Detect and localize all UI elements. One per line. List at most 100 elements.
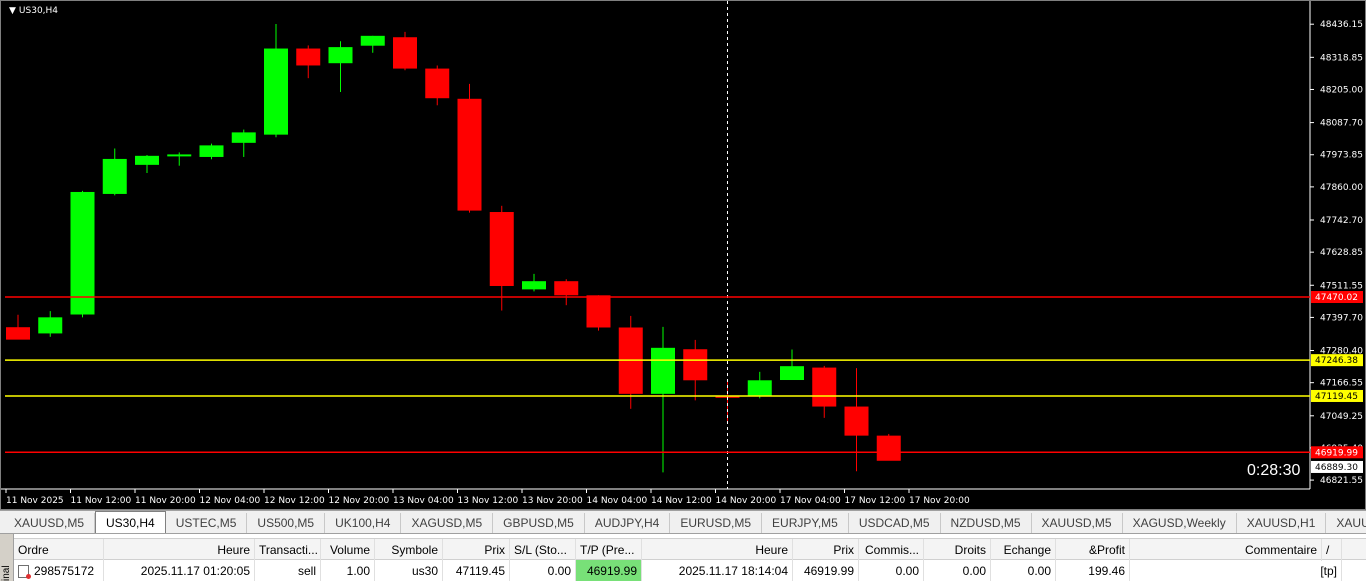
col-header-swap[interactable]: Droits: [924, 539, 991, 561]
price-tick-label: 46821.55: [1320, 476, 1363, 486]
candle-body: [231, 132, 256, 143]
price-tick-label: 47397.70: [1320, 313, 1363, 323]
candle-body: [876, 435, 901, 461]
terminal-side-strip[interactable]: inal: [0, 534, 14, 581]
sort-indicator[interactable]: /: [1322, 539, 1342, 561]
cell-close-price: 46919.99: [793, 560, 859, 581]
chart-tab[interactable]: XAGUSD,M5: [401, 513, 494, 533]
time-tick-label: 13 Nov 12:00: [458, 496, 519, 506]
candle-body: [780, 366, 804, 381]
col-header-comment[interactable]: Commentaire: [1130, 539, 1322, 561]
col-header-sl[interactable]: S/L (Sto...: [510, 539, 576, 561]
time-tick-label: 14 Nov 20:00: [716, 496, 777, 506]
chart-tab[interactable]: XAUUSD,M5: [1032, 513, 1123, 533]
time-tick-label: 13 Nov 04:00: [393, 496, 454, 506]
order-document-icon: [18, 564, 31, 579]
col-header-close-time[interactable]: Heure: [642, 539, 793, 561]
col-header-volume[interactable]: Volume: [321, 539, 375, 561]
col-header-commission[interactable]: Commis...: [859, 539, 924, 561]
cell-tp: 46919.99: [576, 560, 642, 581]
time-tick-label: 14 Nov 12:00: [651, 496, 712, 506]
candle-body: [844, 406, 869, 436]
candle-body: [425, 68, 450, 99]
chart-tab[interactable]: US500,M5: [247, 513, 326, 533]
col-header-order[interactable]: Ordre: [14, 539, 104, 561]
candle-body: [393, 37, 417, 69]
price-tick-label: 47511.55: [1320, 281, 1363, 291]
chart-tab[interactable]: GBPUSD,M5: [493, 513, 585, 533]
col-header-tp[interactable]: T/P (Pre...: [576, 539, 642, 561]
price-tick-label: 48087.70: [1320, 119, 1363, 129]
time-tick-label: 11 Nov 2025: [6, 496, 64, 506]
candle-body: [102, 158, 127, 194]
bid-price-label: 46889.30: [1315, 463, 1358, 473]
chart-symbol-label: US30,H4: [18, 6, 59, 16]
candle-body: [296, 48, 321, 66]
cell-sl: 0.00: [510, 560, 576, 581]
chart-tab[interactable]: EURJPY,M5: [762, 513, 849, 533]
cell-symbol: us30: [375, 560, 443, 581]
col-header-close-price[interactable]: Prix: [793, 539, 859, 561]
time-tick-label: 11 Nov 12:00: [71, 496, 132, 506]
candle-body: [70, 191, 95, 315]
price-level-label: 46919.99: [1315, 448, 1358, 458]
cell-swap: 0.00: [924, 560, 991, 581]
candle-body: [554, 281, 579, 296]
candle-body: [522, 281, 546, 290]
time-tick-label: 12 Nov 12:00: [264, 496, 325, 506]
col-header-open-price[interactable]: Prix: [443, 539, 510, 561]
price-tick-label: 48436.15: [1320, 20, 1363, 30]
candle-body: [360, 35, 385, 46]
price-tick-label: 48205.00: [1320, 85, 1363, 95]
chart-area[interactable]: 48436.15 48318.85 48205.00 48087.70 47973.85…: [0, 0, 1366, 510]
candle-body: [264, 48, 288, 135]
chart-tab[interactable]: AUDJPY,H4: [585, 513, 671, 533]
chart-tab[interactable]: USTEC,M5: [166, 513, 248, 533]
chart-tab[interactable]: XAGUSD,Weekly: [1123, 513, 1237, 533]
candle-body: [747, 380, 772, 397]
cell-order: 298575172: [14, 560, 104, 581]
chart-tab[interactable]: USDCAD,M5: [849, 513, 941, 533]
cell-commission: 0.00: [859, 560, 924, 581]
chart-tab[interactable]: US30,H4: [95, 511, 166, 533]
order-number: 298575172: [34, 564, 95, 578]
price-tick-label: 47628.85: [1320, 248, 1363, 258]
candle-body: [586, 295, 611, 328]
col-header-open-time[interactable]: Heure: [104, 539, 255, 561]
chart-tab[interactable]: XAUUSD,H1: [1237, 513, 1327, 533]
chart-tab[interactable]: NZDUSD,M5: [941, 513, 1032, 533]
chart-tab[interactable]: XAUUSD,H: [1326, 513, 1366, 533]
price-tick-label: 47860.00: [1320, 183, 1363, 193]
time-tick-label: 17 Nov 12:00: [845, 496, 906, 506]
time-tick-label: 11 Nov 20:00: [135, 496, 196, 506]
col-header-exchange[interactable]: Echange: [991, 539, 1056, 561]
price-tick-label: 48318.85: [1320, 53, 1363, 63]
cell-profit: 199.46: [1056, 560, 1130, 581]
candle-body: [489, 212, 514, 286]
chart-title: ▼ US30,H4: [9, 6, 58, 16]
chart-tabs-bar: XAUUSD,M5 US30,H4 USTEC,M5 US500,M5 UK100,H4…: [0, 510, 1366, 534]
candle-body: [199, 145, 224, 157]
chart-tab[interactable]: UK100,H4: [325, 513, 402, 533]
chart-tab[interactable]: XAUUSD,M5: [4, 513, 96, 533]
candle-body: [6, 327, 30, 340]
col-header-profit[interactable]: &Profit: [1056, 539, 1130, 561]
price-level-label: 47119.45: [1315, 392, 1358, 402]
col-header-type[interactable]: Transacti...: [255, 539, 321, 561]
history-row[interactable]: 298575172 2025.11.17 01:20:05 sell 1.00 …: [14, 560, 1366, 581]
cell-open-time: 2025.11.17 01:20:05: [104, 560, 255, 581]
col-header-symbol[interactable]: Symbole: [375, 539, 443, 561]
time-tick-label: 14 Nov 04:00: [587, 496, 648, 506]
time-tick-label: 13 Nov 20:00: [522, 496, 583, 506]
candlestick-chart[interactable]: 48436.15 48318.85 48205.00 48087.70 47973.85…: [1, 1, 1366, 511]
chart-tab[interactable]: EURUSD,M5: [670, 513, 763, 533]
price-tick-label: 47973.85: [1320, 151, 1363, 161]
cell-close-time: 2025.11.17 18:14:04: [642, 560, 793, 581]
price-tick-label: 47049.25: [1320, 412, 1363, 422]
cell-comment: [tp]: [1130, 560, 1342, 581]
time-tick-label: 12 Nov 20:00: [329, 496, 390, 506]
caret-down-icon[interactable]: ▼: [9, 6, 16, 16]
price-tick-label: 47742.70: [1320, 216, 1363, 226]
history-header-row: Ordre Heure Transacti... Volume Symbole …: [14, 538, 1366, 561]
candle-body: [38, 317, 63, 334]
